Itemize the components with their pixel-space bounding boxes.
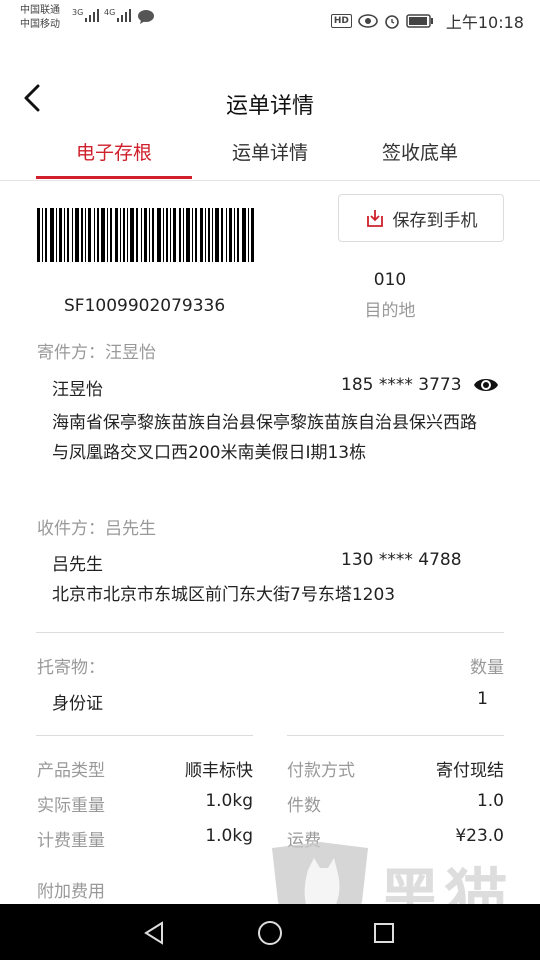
payment-method-label: 付款方式 xyxy=(287,761,355,781)
sender-phone: 185 **** 3773 xyxy=(341,375,462,395)
nav-home-button[interactable] xyxy=(254,918,286,948)
hd-badge: HD xyxy=(330,14,352,28)
actual-weight-label: 实际重量 xyxy=(37,796,105,816)
receiver-phone: 130 **** 4788 xyxy=(341,550,462,570)
app-bar: 运单详情 xyxy=(0,72,540,132)
carrier-info: 中国联通 中国移动 xyxy=(20,4,60,32)
sender-section-label: 寄件方：汪昱怡 xyxy=(37,343,156,363)
destination-code: 010 xyxy=(373,270,407,290)
tab-bar: 电子存根 运单详情 签收底单 xyxy=(0,132,540,181)
system-nav-bar xyxy=(0,904,540,960)
battery-icon xyxy=(406,14,433,28)
receiver-section-label: 收件方：吕先生 xyxy=(37,519,156,539)
product-type-label: 产品类型 xyxy=(37,761,105,781)
payment-method-value: 寄付现结 xyxy=(436,761,504,781)
eye-comfort-icon xyxy=(358,14,378,28)
barcode-image xyxy=(37,208,254,262)
show-phone-icon[interactable] xyxy=(472,374,500,396)
network-type-1: 3G xyxy=(72,8,84,17)
clock: 上午10:18 xyxy=(445,13,524,32)
status-right-group: HD 上午10:18 xyxy=(330,9,524,33)
consignment-label: 托寄物： xyxy=(37,658,105,678)
status-bar: 中国联通 中国移动 3G 4G HD 上午10:18 xyxy=(0,0,540,40)
tab-receipt[interactable]: 签收底单 xyxy=(342,138,498,180)
billing-weight-value: 1.0kg xyxy=(205,826,253,846)
nav-back-button[interactable] xyxy=(138,918,170,948)
page-title: 运单详情 xyxy=(225,94,314,119)
quantity-label: 数量 xyxy=(470,658,504,678)
freight-value: ¥23.0 xyxy=(455,826,504,846)
divider xyxy=(36,735,253,736)
sender-name: 汪昱怡 xyxy=(52,380,103,400)
extra-fee-label: 附加费用 xyxy=(37,882,105,902)
message-icon xyxy=(138,10,154,24)
receiver-address: 北京市北京市东城区前门东大街7号东塔1203 xyxy=(52,585,396,605)
consignment-qty: 1 xyxy=(477,689,488,709)
carrier-2: 中国移动 xyxy=(20,19,60,30)
triangle-back-icon xyxy=(144,921,163,945)
active-tab-indicator xyxy=(36,176,192,179)
network-type-2: 4G xyxy=(104,8,116,17)
save-to-phone-button[interactable]: 保存到手机 xyxy=(338,194,504,242)
alarm-icon xyxy=(385,15,399,29)
download-icon xyxy=(366,210,383,227)
signal-icon xyxy=(85,9,99,22)
divider xyxy=(287,735,504,736)
actual-weight-value: 1.0kg xyxy=(205,791,253,811)
tab-waybill-details[interactable]: 运单详情 xyxy=(192,138,348,180)
divider xyxy=(36,632,504,633)
receiver-name: 吕先生 xyxy=(52,555,103,575)
product-type-value: 顺丰标快 xyxy=(185,761,253,781)
square-recents-icon xyxy=(374,923,394,943)
nav-recents-button[interactable] xyxy=(368,918,400,948)
billing-weight-label: 计费重量 xyxy=(37,831,105,851)
piece-count-value: 1.0 xyxy=(476,791,504,811)
sender-address: 海南省保亭黎族苗族自治县保亭黎族苗族自治县保兴西路与凤凰路交叉口西200米南美假… xyxy=(52,413,477,463)
freight-label: 运费 xyxy=(287,831,321,851)
consignment-item: 身份证 xyxy=(52,694,103,714)
signal-icon xyxy=(117,9,131,22)
carrier-1: 中国联通 xyxy=(20,5,60,16)
piece-count-label: 件数 xyxy=(287,796,321,816)
waybill-number: SF1009902079336 xyxy=(64,296,226,316)
tab-e-stub[interactable]: 电子存根 xyxy=(36,138,192,180)
circle-home-icon xyxy=(258,921,282,945)
save-to-phone-label: 保存到手机 xyxy=(392,210,478,231)
destination-label: 目的地 xyxy=(364,301,416,321)
